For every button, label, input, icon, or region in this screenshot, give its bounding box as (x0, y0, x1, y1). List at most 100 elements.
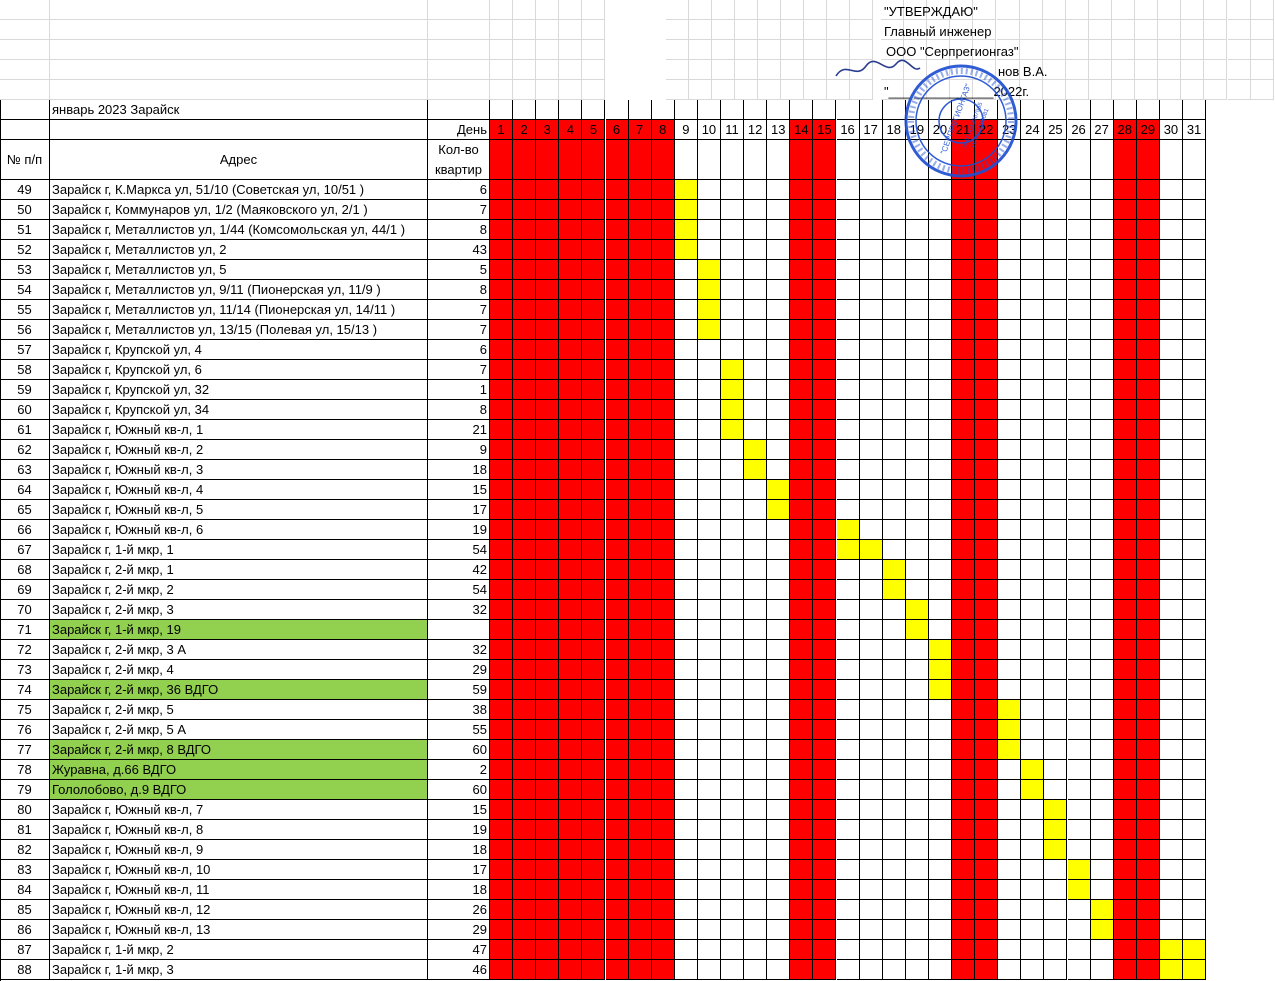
row-qty[interactable]: 32 (428, 600, 490, 620)
row-qty[interactable]: 15 (428, 800, 490, 820)
day-cell[interactable] (905, 520, 929, 540)
day-cell[interactable] (1090, 640, 1114, 660)
day-cell[interactable] (1090, 700, 1114, 720)
day-cell[interactable] (905, 540, 929, 560)
day-cell[interactable] (490, 760, 514, 780)
day-cell[interactable] (882, 520, 906, 540)
day-cell[interactable] (836, 420, 860, 440)
day-cell[interactable] (674, 860, 698, 880)
day-cell[interactable] (1183, 400, 1207, 420)
day-number-27[interactable]: 27 (1090, 120, 1114, 140)
empty-cell[interactable] (711, 0, 735, 20)
day-cell[interactable] (1159, 580, 1183, 600)
day-cell[interactable] (697, 560, 721, 580)
day-cell[interactable] (1044, 380, 1068, 400)
day-cell[interactable] (1044, 140, 1068, 180)
day-cell[interactable] (928, 540, 952, 560)
empty-cell[interactable] (757, 20, 781, 40)
day-cell[interactable] (859, 340, 883, 360)
empty-cell[interactable] (665, 20, 689, 40)
day-cell[interactable] (998, 460, 1022, 480)
empty-cell[interactable] (734, 40, 758, 60)
day-cell[interactable] (651, 580, 675, 600)
row-address[interactable]: Зарайск г, 1-й мкр, 19 (50, 620, 428, 640)
day-cell[interactable] (905, 320, 929, 340)
empty-cell[interactable] (0, 0, 50, 20)
day-cell[interactable] (1067, 280, 1091, 300)
day-cell[interactable] (628, 500, 652, 520)
day-cell[interactable] (605, 200, 629, 220)
day-cell[interactable] (905, 940, 929, 960)
row-address[interactable]: Зарайск г, Металлистов ул, 2 (50, 240, 428, 260)
day-cell[interactable] (1067, 760, 1091, 780)
empty-cell[interactable] (559, 60, 583, 80)
day-cell[interactable] (1067, 420, 1091, 440)
day-cell[interactable] (1044, 180, 1068, 200)
day-cell[interactable] (952, 500, 976, 520)
day-cell[interactable] (1159, 260, 1183, 280)
row-address[interactable]: Зарайск г, 2-й мкр, 8 ВДГО (50, 740, 428, 760)
day-cell[interactable] (697, 520, 721, 540)
empty-cell[interactable] (1250, 20, 1274, 40)
day-cell[interactable] (1021, 500, 1045, 520)
day-cell[interactable] (836, 140, 860, 180)
day-cell[interactable] (536, 800, 560, 820)
day-cell[interactable] (952, 840, 976, 860)
day-cell[interactable] (998, 440, 1022, 460)
day-cell[interactable] (1067, 220, 1091, 240)
day-cell[interactable] (582, 860, 606, 880)
day-cell[interactable] (582, 500, 606, 520)
day-cell[interactable] (928, 700, 952, 720)
day-cell[interactable] (582, 420, 606, 440)
day-cell[interactable] (1021, 620, 1045, 640)
day-cell[interactable] (490, 380, 514, 400)
day-cell[interactable] (1183, 440, 1207, 460)
day-cell[interactable] (1021, 740, 1045, 760)
day-cell[interactable] (744, 100, 768, 120)
row-qty[interactable]: 2 (428, 760, 490, 780)
day-cell[interactable] (1021, 840, 1045, 860)
day-cell[interactable] (1136, 460, 1160, 480)
day-number-4[interactable]: 4 (559, 120, 583, 140)
day-cell[interactable] (1021, 820, 1045, 840)
day-cell[interactable] (859, 460, 883, 480)
day-cell[interactable] (859, 760, 883, 780)
day-cell[interactable] (582, 620, 606, 640)
day-cell[interactable] (813, 940, 837, 960)
day-cell[interactable] (559, 640, 583, 660)
row-number[interactable]: 72 (0, 640, 50, 660)
row-address[interactable]: Зарайск г, 2-й мкр, 5 А (50, 720, 428, 740)
day-cell[interactable] (998, 600, 1022, 620)
day-cell[interactable] (605, 800, 629, 820)
day-cell[interactable] (882, 200, 906, 220)
day-cell[interactable] (651, 100, 675, 120)
day-cell[interactable] (651, 940, 675, 960)
day-cell[interactable] (767, 300, 791, 320)
day-cell[interactable] (744, 940, 768, 960)
day-cell[interactable] (790, 100, 814, 120)
day-cell[interactable] (1159, 140, 1183, 180)
scheduled-day-cell[interactable] (1044, 820, 1068, 840)
day-cell[interactable] (1044, 440, 1068, 460)
day-cell[interactable] (1113, 420, 1137, 440)
day-cell[interactable] (882, 320, 906, 340)
day-cell[interactable] (905, 880, 929, 900)
day-cell[interactable] (1090, 540, 1114, 560)
day-cell[interactable] (651, 660, 675, 680)
day-number-13[interactable]: 13 (767, 120, 791, 140)
day-cell[interactable] (1136, 680, 1160, 700)
day-cell[interactable] (1183, 200, 1207, 220)
day-cell[interactable] (1159, 500, 1183, 520)
day-cell[interactable] (744, 720, 768, 740)
day-cell[interactable] (1067, 260, 1091, 280)
empty-cell[interactable] (606, 20, 666, 40)
day-cell[interactable] (605, 780, 629, 800)
day-cell[interactable] (882, 540, 906, 560)
day-cell[interactable] (1044, 680, 1068, 700)
day-cell[interactable] (882, 340, 906, 360)
day-cell[interactable] (674, 300, 698, 320)
day-cell[interactable] (790, 620, 814, 640)
day-cell[interactable] (651, 900, 675, 920)
day-number-8[interactable]: 8 (651, 120, 675, 140)
day-cell[interactable] (998, 540, 1022, 560)
